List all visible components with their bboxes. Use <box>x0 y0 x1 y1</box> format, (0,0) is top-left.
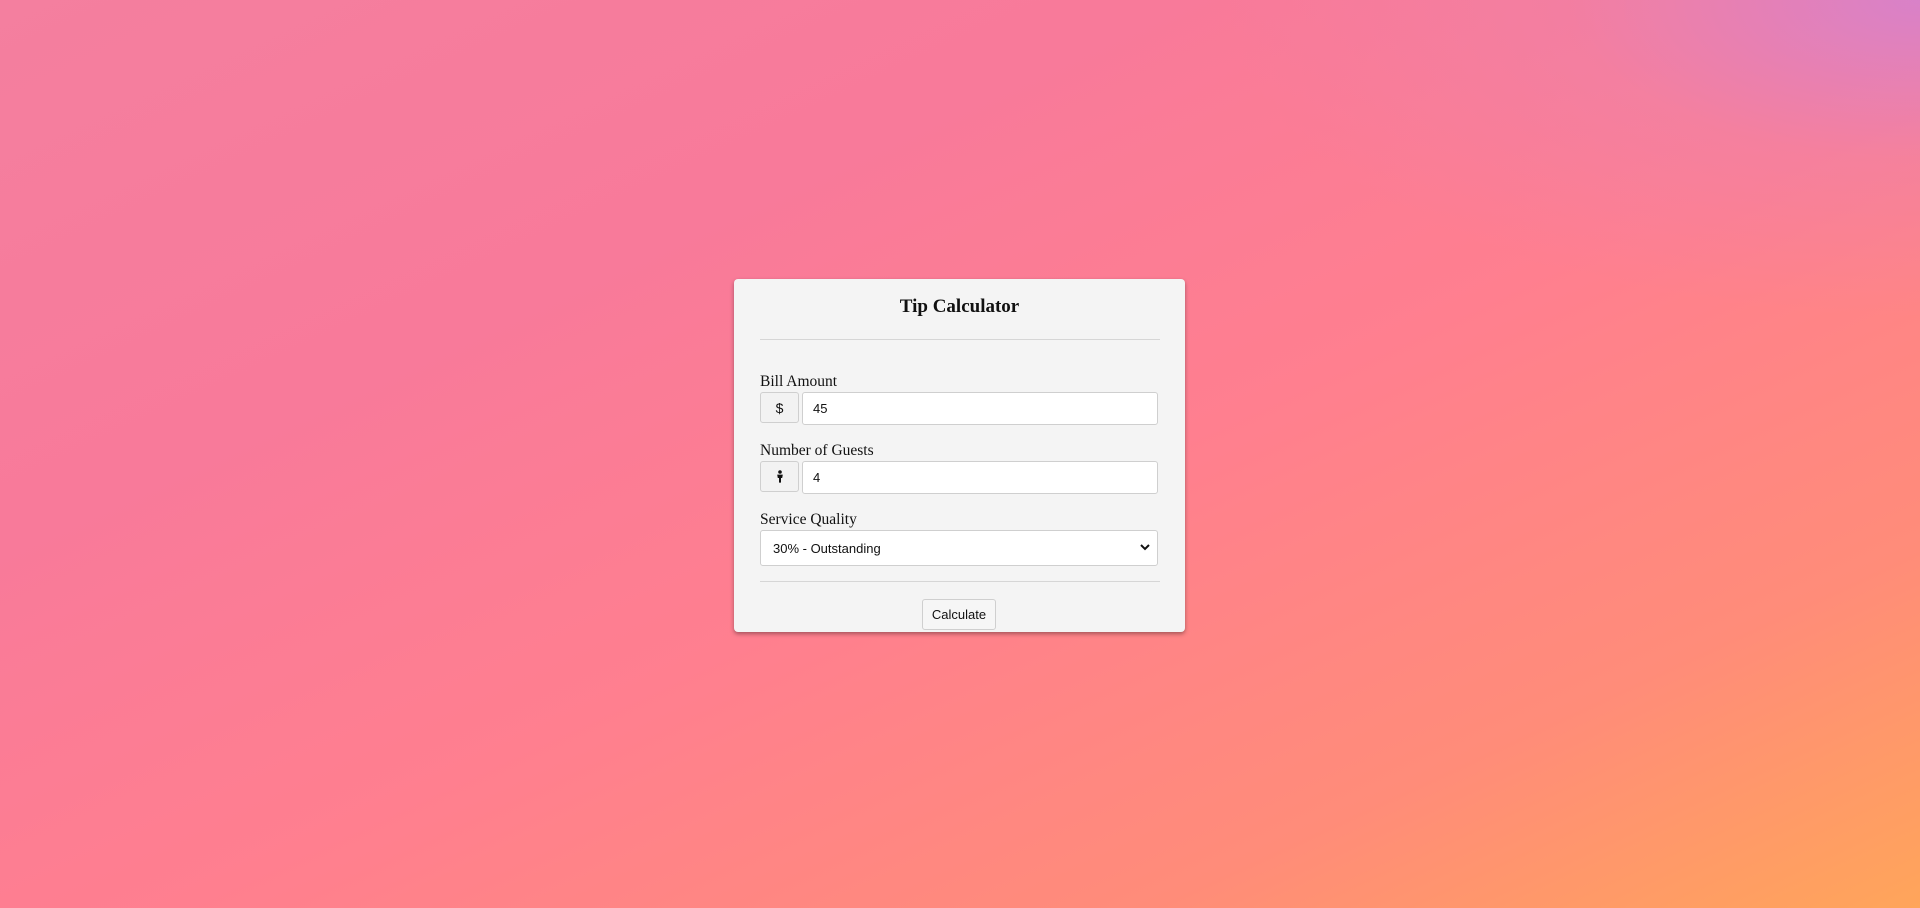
background-glow <box>1220 0 1920 320</box>
page-title: Tip Calculator <box>899 296 1020 317</box>
service-quality-value: 30% - Outstanding <box>773 541 881 556</box>
service-quality-label: Service Quality <box>760 511 857 528</box>
chevron-down-icon <box>1140 544 1150 551</box>
bill-amount-label: Bill Amount <box>760 373 838 390</box>
bill-amount-input[interactable] <box>802 392 1158 425</box>
footer-divider <box>760 581 1160 582</box>
number-of-guests-label: Number of Guests <box>760 442 874 459</box>
tip-calculator-card: Tip Calculator Bill Amount $ Number of G… <box>734 279 1185 632</box>
dollar-icon: $ <box>760 392 799 423</box>
header-divider <box>760 339 1160 340</box>
calculate-button[interactable]: Calculate <box>922 599 996 630</box>
person-icon <box>760 461 799 492</box>
number-of-guests-input[interactable] <box>802 461 1158 494</box>
service-quality-select[interactable]: 30% - Outstanding <box>760 530 1158 566</box>
